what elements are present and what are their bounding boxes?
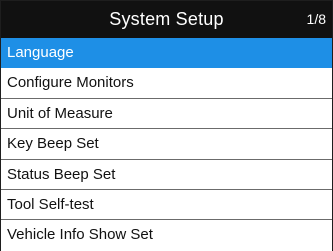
menu-item-label: Key Beep Set <box>7 135 99 153</box>
menu-item-status-beep-set[interactable]: Status Beep Set <box>1 159 332 190</box>
menu-item-vehicle-info-show-set[interactable]: Vehicle Info Show Set <box>1 220 332 251</box>
menu-item-tool-self-test[interactable]: Tool Self-test <box>1 189 332 221</box>
title-bar: System Setup 1/8 <box>1 1 332 38</box>
menu-item-label: Tool Self-test <box>7 195 94 213</box>
setup-menu-list: Language Configure Monitors Unit of Meas… <box>1 38 332 251</box>
menu-item-key-beep-set[interactable]: Key Beep Set <box>1 129 332 160</box>
menu-item-label: Language <box>7 44 74 61</box>
system-setup-screen: System Setup 1/8 Language Configure Moni… <box>0 0 333 251</box>
menu-item-label: Status Beep Set <box>7 165 116 183</box>
menu-item-label: Unit of Measure <box>7 104 113 122</box>
menu-item-unit-of-measure[interactable]: Unit of Measure <box>1 98 332 130</box>
page-indicator: 1/8 <box>306 11 326 27</box>
menu-item-label: Vehicle Info Show Set <box>7 226 153 244</box>
screen-title: System Setup <box>109 9 224 29</box>
menu-item-language[interactable]: Language <box>1 38 332 69</box>
menu-item-configure-monitors[interactable]: Configure Monitors <box>1 68 332 99</box>
menu-item-label: Configure Monitors <box>7 74 134 92</box>
